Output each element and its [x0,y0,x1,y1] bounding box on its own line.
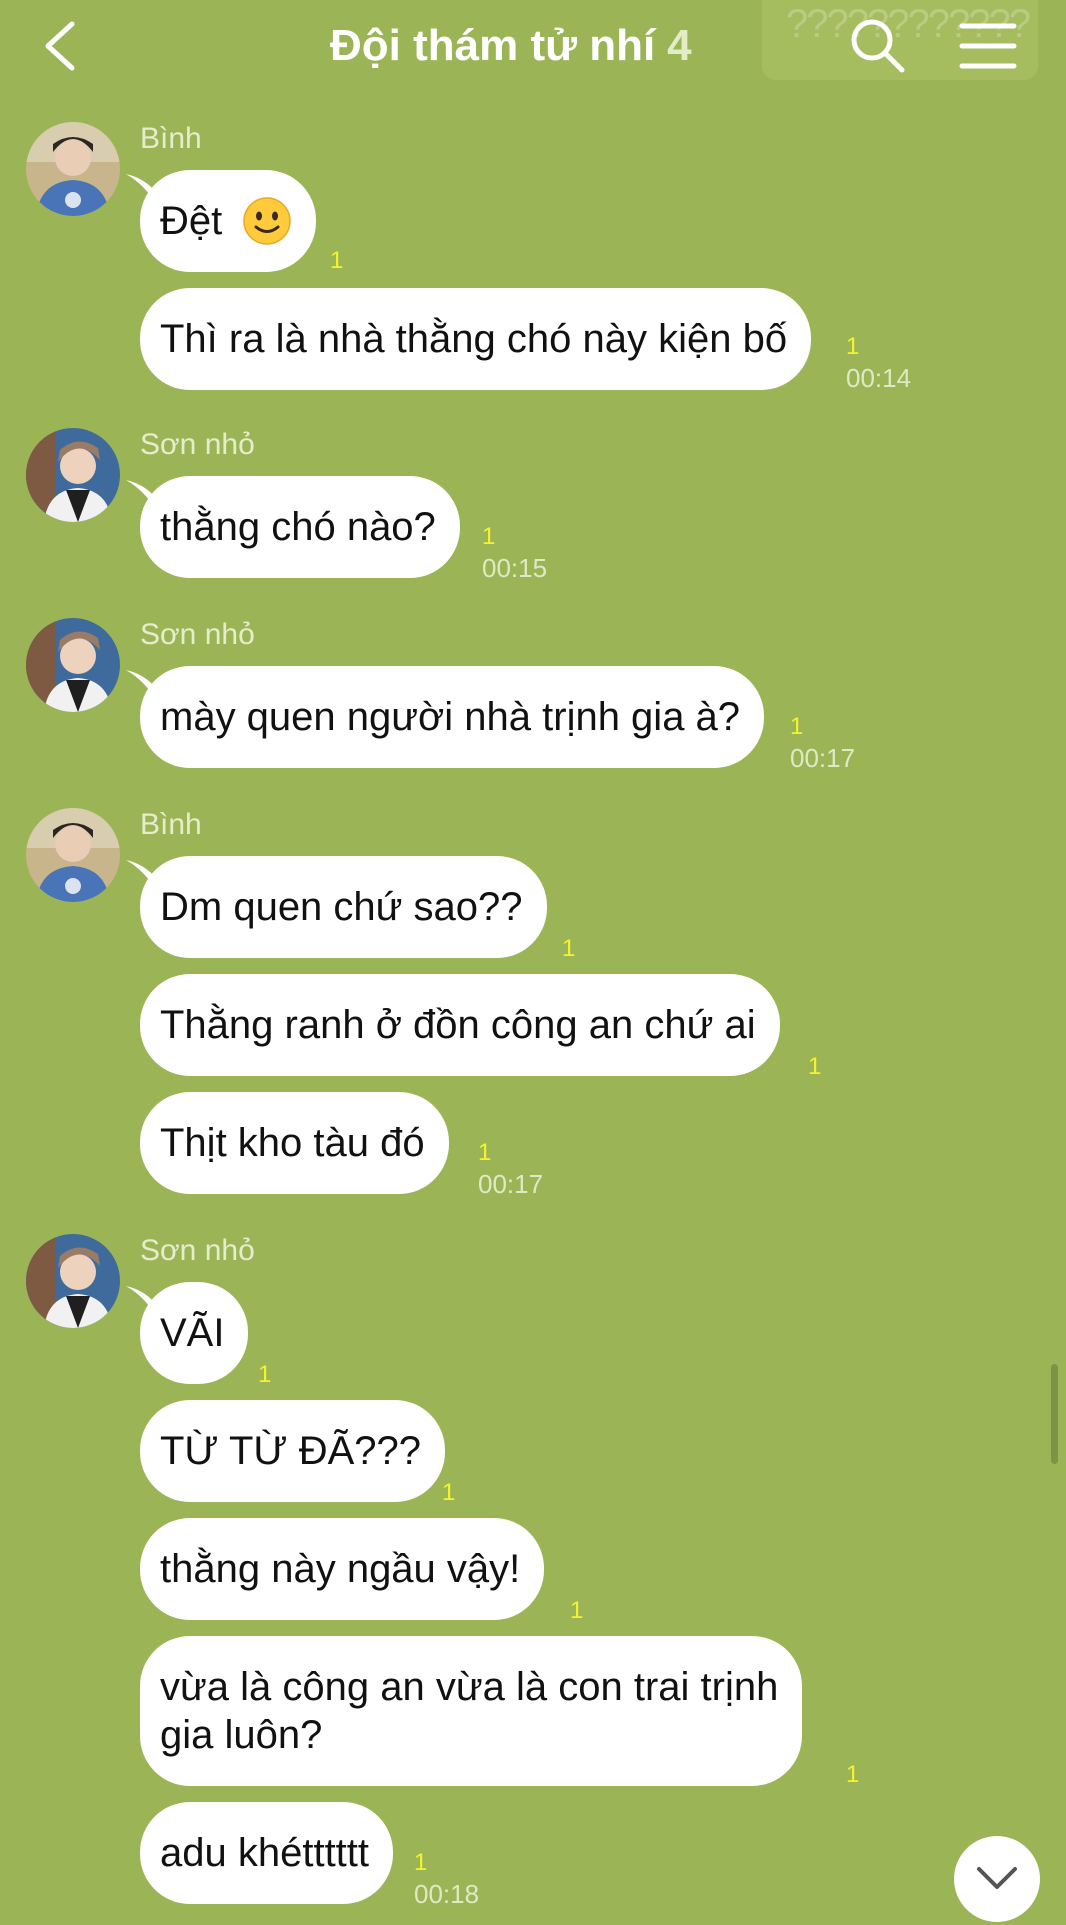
message-text-line: gia luôn? [160,1713,323,1757]
read-count: 1 [478,1139,492,1166]
message-text: TỪ TỪ ĐÃ??? [160,1428,421,1473]
sender-name: Sơn nhỏ [140,1234,255,1267]
read-count: 1 [790,713,804,740]
chat-header: Đội thám tử nhí 4 ???????????? [0,0,1066,96]
group-name: Đội thám tử nhí [330,21,656,70]
message-text: Đệt [160,198,223,243]
message-bubble[interactable]: adu khétttttt [140,1802,394,1904]
read-count: 1 [442,1479,456,1506]
read-count: 1 [482,523,496,550]
search-button[interactable] [846,14,910,78]
sender-name: Bình [140,122,202,155]
avatar-binh[interactable] [26,808,120,902]
message-text: thằng này ngầu vậy! [160,1546,521,1591]
scrollbar-thumb[interactable] [1051,1364,1058,1464]
chevron-down-icon [977,1867,1017,1889]
message-bubble[interactable]: Thịt kho tàu đó [140,1092,449,1194]
message-time: 00:17 [478,1169,544,1199]
message-bubble[interactable]: Thằng ranh ở đồn công an chứ ai [140,974,780,1076]
message-bubble[interactable]: TỪ TỪ ĐÃ??? [140,1400,445,1502]
message-text: adu khétttttt [160,1830,370,1875]
chat-title: Đội thám tử nhí 4 [330,14,692,78]
message-text: Thằng ranh ở đồn công an chứ ai [160,1002,756,1047]
message-bubble[interactable]: Dm quen chứ sao?? [140,856,547,958]
slightly-smiling-face-emoji [243,197,291,245]
message-bubble[interactable]: thằng chó nào? [140,476,460,578]
message-text: VÃI [160,1310,225,1355]
avatar-image [26,618,120,712]
search-icon [851,19,905,73]
read-count: 1 [570,1597,584,1624]
read-count: 1 [846,1761,860,1788]
scroll-to-bottom-button[interactable] [954,1836,1040,1922]
message-bubble[interactable]: vừa là công an vừa là con trai trịnh gia… [140,1636,803,1786]
avatar-binh[interactable] [26,122,120,216]
menu-button[interactable] [956,14,1020,78]
sender-name: Sơn nhỏ [140,428,255,461]
sender-name: Sơn nhỏ [140,618,255,651]
read-count: 1 [562,935,576,962]
message-time: 00:18 [414,1879,480,1909]
read-count: 1 [258,1361,272,1388]
message-time: 00:15 [482,553,548,583]
avatar-image [26,1234,120,1328]
message-text: Thịt kho tàu đó [160,1120,425,1165]
message-bubble[interactable]: Thì ra là nhà thằng chó này kiện bố [140,288,812,390]
message-text: mày quen người nhà trịnh gia à? [160,694,741,739]
avatar-image [26,428,120,522]
message-text: thằng chó nào? [160,504,436,549]
message-bubble[interactable]: Đệt [140,170,317,272]
message-bubble[interactable]: VÃI [140,1282,249,1384]
back-button[interactable] [36,14,92,78]
avatar-son[interactable] [26,428,120,522]
message-bubble[interactable]: thằng này ngầu vậy! [140,1518,545,1620]
read-count: 1 [330,247,344,274]
avatar-image [26,122,120,216]
avatar-son[interactable] [26,618,120,712]
message-text: Dm quen chứ sao?? [160,884,523,929]
message-text-line: vừa là công an vừa là con trai trịnh [160,1665,779,1709]
message-time: 00:17 [790,743,856,773]
message-text: Thì ra là nhà thằng chó này kiện bố [160,316,788,361]
chevron-left-icon [45,21,75,71]
read-count: 1 [414,1849,428,1876]
sender-name: Bình [140,808,202,841]
member-count: 4 [667,21,692,70]
message-bubble[interactable]: mày quen người nhà trịnh gia à? [140,666,765,768]
avatar-son[interactable] [26,1234,120,1328]
message-time: 00:14 [846,363,912,393]
hamburger-menu-icon [959,23,1017,69]
read-count: 1 [808,1053,822,1080]
read-count: 1 [846,333,860,360]
avatar-image [26,808,120,902]
